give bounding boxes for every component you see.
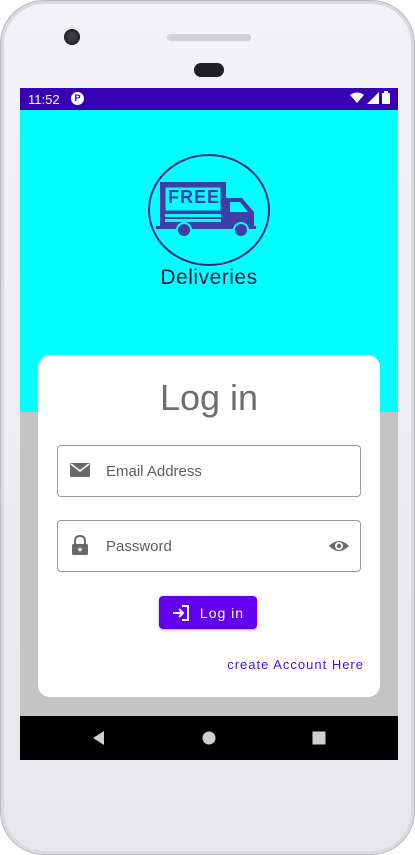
login-button[interactable]: Log in [159, 596, 257, 629]
home-icon[interactable] [200, 729, 218, 747]
notification-badge-icon: P [71, 92, 84, 105]
password-field [57, 520, 361, 572]
recents-icon[interactable] [310, 729, 328, 747]
logo-badge-text: FREE [168, 187, 221, 207]
page-title: Log in [159, 377, 259, 418]
app-screen: 11:52 P FREE Deliveries Log in Email Add… [20, 88, 398, 760]
password-input[interactable] [104, 521, 318, 571]
create-account-link[interactable]: create Account Here [227, 657, 364, 672]
battery-icon [382, 91, 390, 104]
lock-icon [72, 534, 88, 555]
email-input[interactable] [104, 446, 318, 496]
logo-caption: Deliveries [160, 266, 258, 289]
status-icons [350, 91, 390, 104]
delivery-truck-icon [156, 182, 256, 238]
email-field [57, 445, 361, 497]
mail-icon [70, 463, 90, 477]
eye-icon[interactable] [328, 535, 350, 557]
sensor-pill [194, 63, 224, 77]
login-card: Log in Email Address Log in create Accou… [38, 355, 380, 697]
phone-frame: 11:52 P FREE Deliveries Log in Email Add… [0, 0, 415, 855]
status-time: 11:52 [28, 92, 60, 107]
signal-icon [367, 91, 379, 104]
back-icon[interactable] [90, 729, 108, 747]
status-bar: 11:52 P [20, 88, 398, 110]
logo-circle: FREE [148, 154, 270, 266]
login-button-label: Log in [199, 604, 245, 621]
login-arrow-icon [172, 604, 189, 621]
wifi-icon [350, 92, 364, 103]
earpiece-speaker [167, 34, 251, 41]
navigation-bar [20, 716, 398, 760]
front-camera [64, 29, 80, 45]
